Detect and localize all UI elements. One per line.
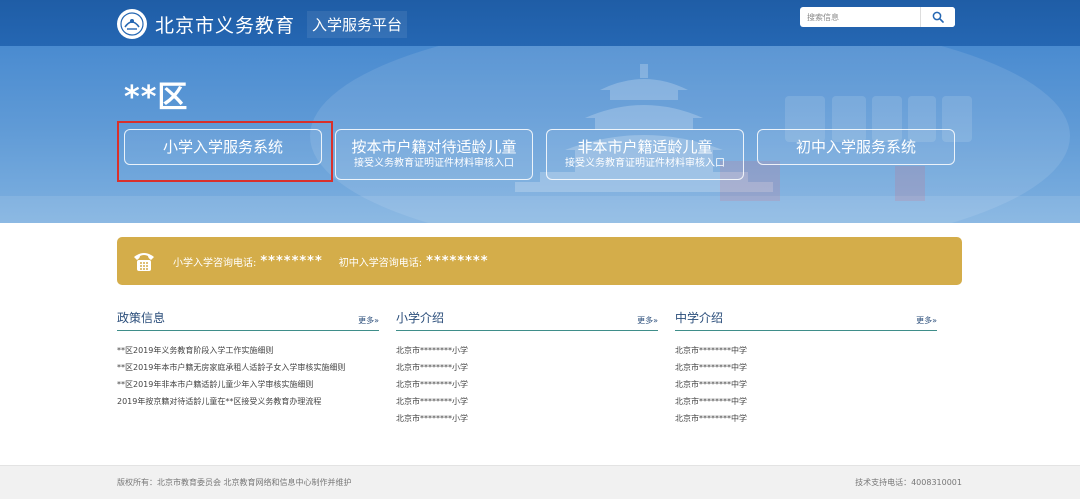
copyright-text: 版权所有：北京市教育委员会 北京教育网络和信息中心制作并维护 (117, 478, 352, 487)
hotline-bar: 小学入学咨询电话: ******** 初中入学咨询电话: ******** (117, 237, 962, 285)
list-item[interactable]: 北京市********小学 (396, 342, 658, 359)
highlight-box (117, 121, 333, 182)
list-item[interactable]: 北京市********中学 (675, 359, 937, 376)
hero-banner: **区 小学入学服务系统 按本市户籍对待适龄儿童 接受义务教育证明证件材料审核入… (0, 46, 1080, 223)
list-item[interactable]: 北京市********中学 (675, 376, 937, 393)
section-header: 政策信息 更多» (117, 311, 379, 331)
site-logo[interactable]: 北京市义务教育 入学服务平台 (117, 9, 408, 39)
button-label: 按本市户籍对待适龄儿童 (351, 138, 517, 156)
beijing-hukou-review-button[interactable]: 按本市户籍对待适龄儿童 接受义务教育证明证件材料审核入口 (335, 129, 533, 180)
list-item[interactable]: 2019年按京籍对待适龄儿童在**区接受义务教育办理流程 (117, 393, 379, 410)
middle-school-list: 北京市********中学 北京市********中学 北京市********中… (675, 342, 937, 427)
site-name: 北京市义务教育 (155, 14, 296, 37)
section-header: 中学介绍 更多» (675, 311, 937, 331)
top-header: 北京市义务教育 入学服务平台 (0, 0, 1080, 46)
more-link[interactable]: 更多» (358, 315, 379, 326)
more-link[interactable]: 更多» (916, 315, 937, 326)
list-item[interactable]: 北京市********小学 (396, 410, 658, 427)
section-header: 小学介绍 更多» (396, 311, 658, 331)
policy-info-section: 政策信息 更多» **区2019年义务教育阶段入学工作实施细则 **区2019年… (117, 311, 379, 410)
primary-school-section: 小学介绍 更多» 北京市********小学 北京市********小学 北京市… (396, 311, 658, 427)
section-title: 政策信息 (117, 311, 166, 325)
button-label: 初中入学服务系统 (795, 137, 916, 156)
section-title: 中学介绍 (675, 311, 724, 325)
list-item[interactable]: 北京市********小学 (396, 376, 658, 393)
search-button[interactable] (920, 7, 955, 27)
list-item[interactable]: **区2019年本市户籍无房家庭承租人适龄子女入学审核实施细则 (117, 359, 379, 376)
middle-school-section: 中学介绍 更多» 北京市********中学 北京市********中学 北京市… (675, 311, 937, 427)
list-item[interactable]: **区2019年义务教育阶段入学工作实施细则 (117, 342, 379, 359)
button-label: 非本市户籍适龄儿童 (577, 138, 713, 156)
middle-hotline-label: 初中入学咨询电话: (338, 257, 423, 269)
more-link[interactable]: 更多» (637, 315, 658, 326)
button-sublabel: 接受义务教育证明证件材料审核入口 (354, 158, 514, 169)
non-beijing-hukou-review-button[interactable]: 非本市户籍适龄儿童 接受义务教育证明证件材料审核入口 (546, 129, 744, 180)
button-sublabel: 接受义务教育证明证件材料审核入口 (565, 158, 725, 169)
list-item[interactable]: 北京市********中学 (675, 410, 937, 427)
list-item[interactable]: 北京市********小学 (396, 393, 658, 410)
primary-hotline-number: ******** (260, 253, 323, 269)
list-item[interactable]: 北京市********中学 (675, 342, 937, 359)
telephone-icon (134, 253, 154, 271)
district-title: **区 (124, 80, 189, 115)
education-emblem-icon (117, 9, 147, 39)
middle-hotline-number: ******** (426, 253, 489, 269)
search-box (800, 7, 955, 27)
primary-school-list: 北京市********小学 北京市********小学 北京市********小… (396, 342, 658, 427)
site-subtitle: 入学服务平台 (307, 10, 408, 38)
list-item[interactable]: **区2019年非本市户籍适龄儿童少年入学审核实施细则 (117, 376, 379, 393)
page-footer: 版权所有：北京市教育委员会 北京教育网络和信息中心制作并维护 技术支持电话：40… (0, 465, 1080, 499)
policy-list: **区2019年义务教育阶段入学工作实施细则 **区2019年本市户籍无房家庭承… (117, 342, 379, 410)
search-input[interactable] (800, 7, 920, 27)
middle-school-system-button[interactable]: 初中入学服务系统 (757, 129, 955, 165)
section-title: 小学介绍 (396, 311, 445, 325)
support-phone-text: 技术支持电话：4008310001 (855, 478, 962, 487)
primary-hotline-label: 小学入学咨询电话: (173, 257, 257, 269)
list-item[interactable]: 北京市********小学 (396, 359, 658, 376)
search-icon (932, 11, 944, 23)
list-item[interactable]: 北京市********中学 (675, 393, 937, 410)
